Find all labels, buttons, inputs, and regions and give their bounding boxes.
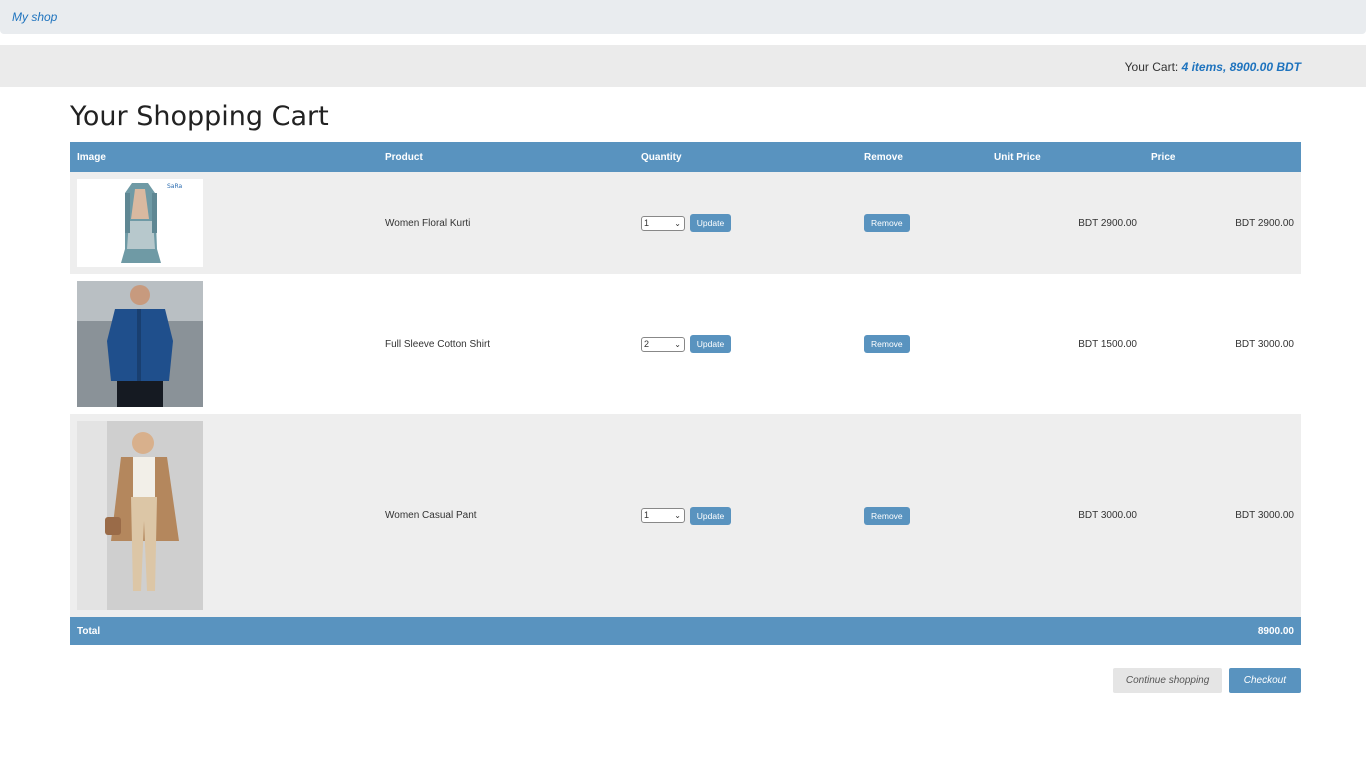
unit-price: BDT 1500.00 xyxy=(987,274,1144,414)
checkout-button[interactable]: Checkout xyxy=(1228,668,1301,693)
product-name: Women Casual Pant xyxy=(378,414,634,617)
product-image-cell xyxy=(70,274,378,414)
remove-cell: Remove xyxy=(857,414,987,617)
remove-button[interactable]: Remove xyxy=(864,214,910,232)
product-image[interactable]: SaRa xyxy=(77,179,203,267)
column-header-price: Price xyxy=(1144,142,1301,172)
table-row: Full Sleeve Cotton Shirt 2 ⌄ Update Remov… xyxy=(70,274,1301,414)
total-value: 8900.00 xyxy=(1144,617,1301,645)
brand-link[interactable]: My shop xyxy=(12,10,57,24)
line-price: BDT 3000.00 xyxy=(1144,414,1301,617)
quantity-value: 1 xyxy=(644,510,650,520)
update-button[interactable]: Update xyxy=(689,335,732,353)
product-name: Full Sleeve Cotton Shirt xyxy=(378,274,634,414)
product-image-cell xyxy=(70,414,378,617)
quantity-value: 2 xyxy=(644,338,650,349)
cart-table: Image Product Quantity Remove Unit Price… xyxy=(70,142,1301,645)
chevron-down-icon: ⌄ xyxy=(674,218,681,228)
product-image[interactable] xyxy=(77,421,203,610)
cart-actions: Continue shopping Checkout xyxy=(1112,668,1301,693)
top-navbar: My shop xyxy=(0,0,1366,34)
continue-shopping-button[interactable]: Continue shopping xyxy=(1112,668,1223,693)
unit-price: BDT 3000.00 xyxy=(987,414,1144,617)
quantity-cell: 1 ⌄ Update xyxy=(634,172,857,274)
chevron-down-icon: ⌄ xyxy=(674,339,681,349)
product-name: Women Floral Kurti xyxy=(378,172,634,274)
line-price: BDT 3000.00 xyxy=(1144,274,1301,414)
product-image-cell: SaRa xyxy=(70,172,378,274)
remove-button[interactable]: Remove xyxy=(864,335,910,353)
chevron-down-icon: ⌄ xyxy=(674,511,681,520)
column-header-product: Product xyxy=(378,142,634,172)
quantity-cell: 1 ⌄ Update xyxy=(634,414,857,617)
line-price: BDT 2900.00 xyxy=(1144,172,1301,274)
quantity-value: 1 xyxy=(644,217,650,228)
column-header-image: Image xyxy=(70,142,378,172)
cart-summary: Your Cart: 4 items, 8900.00 BDT xyxy=(1125,60,1301,74)
column-header-remove: Remove xyxy=(857,142,987,172)
total-row: Total 8900.00 xyxy=(70,617,1301,645)
column-header-quantity: Quantity xyxy=(634,142,857,172)
table-row: Women Casual Pant 1 ⌄ Update Remove BDT 3… xyxy=(70,414,1301,617)
table-row: SaRa Women Floral Kurti 1 ⌄ Update Remove… xyxy=(70,172,1301,274)
quantity-select[interactable]: 1 ⌄ xyxy=(641,215,685,231)
table-header-row: Image Product Quantity Remove Unit Price… xyxy=(70,142,1301,172)
update-button[interactable]: Update xyxy=(689,214,732,232)
cart-bar: Your Cart: 4 items, 8900.00 BDT xyxy=(0,45,1366,87)
cart-summary-label: Your Cart: xyxy=(1124,60,1179,74)
quantity-cell: 2 ⌄ Update xyxy=(634,274,857,414)
quantity-select[interactable]: 2 ⌄ xyxy=(641,336,685,352)
total-label: Total xyxy=(70,617,1144,645)
column-header-unit-price: Unit Price xyxy=(987,142,1144,172)
svg-text:SaRa: SaRa xyxy=(167,183,183,190)
quantity-select[interactable]: 1 ⌄ xyxy=(641,508,685,523)
cart-summary-link[interactable]: 4 items, 8900.00 BDT xyxy=(1182,60,1301,74)
page-title: Your Shopping Cart xyxy=(70,101,329,132)
unit-price: BDT 2900.00 xyxy=(987,172,1144,274)
update-button[interactable]: Update xyxy=(689,506,732,525)
remove-cell: Remove xyxy=(857,274,987,414)
product-image[interactable] xyxy=(77,281,203,407)
remove-button[interactable]: Remove xyxy=(864,506,910,525)
remove-cell: Remove xyxy=(857,172,987,274)
